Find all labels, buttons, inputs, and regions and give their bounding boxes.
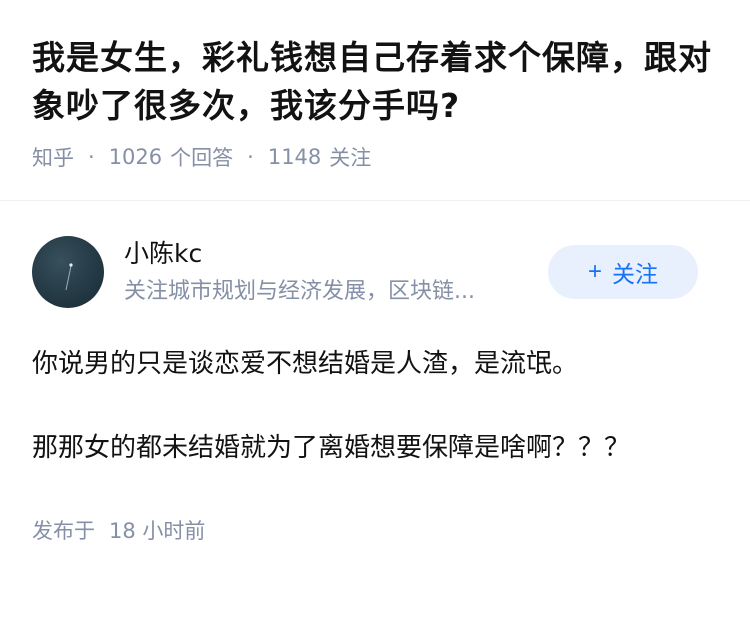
answer-count: 1026 (108, 145, 163, 169)
question-title[interactable]: 我是女生，彩礼钱想自己存着求个保障，跟对象吵了很多次，我该分手吗? (32, 34, 722, 130)
follower-count: 1148 (267, 145, 322, 169)
publish-info: 发布于 18 小时前 (32, 515, 718, 545)
author-row: 小陈kc 关注城市规划与经济发展，区块链... + 关注 (32, 235, 718, 309)
separator-dot: · (247, 145, 254, 169)
follower-count-label: 关注 (329, 146, 372, 170)
publish-label: 发布于 (32, 519, 95, 543)
answer-paragraph: 那那女的都未结婚就为了离婚想要保障是啥啊？？？ (32, 433, 631, 463)
plus-icon: + (587, 258, 602, 285)
answer-card: 小陈kc 关注城市规划与经济发展，区块链... + 关注 你说男的只是谈恋爱不想… (0, 201, 750, 545)
author-bio: 关注城市规划与经济发展，区块链... (124, 279, 475, 304)
answer-paragraph: 你说男的只是谈恋爱不想结婚是人渣，是流氓。 (32, 349, 579, 379)
avatar[interactable] (32, 236, 104, 308)
answer-count-label: 个回答 (170, 146, 234, 170)
separator-dot: · (88, 145, 95, 169)
question-meta: 知乎 · 1026 个回答 · 1148 关注 (32, 142, 718, 172)
avatar-image (65, 263, 73, 291)
publish-time: 18 小时前 (109, 519, 206, 543)
author-info: 小陈kc 关注城市规划与经济发展，区块链... (124, 237, 544, 307)
follow-button[interactable]: + 关注 (548, 245, 698, 299)
source-label[interactable]: 知乎 (32, 142, 74, 172)
answer-content[interactable]: 你说男的只是谈恋爱不想结婚是人渣，是流氓。 那那女的都未结婚就为了离婚想要保障是… (32, 341, 652, 471)
author-name[interactable]: 小陈kc (124, 237, 544, 271)
follow-button-label: 关注 (612, 261, 658, 287)
question-header: 我是女生，彩礼钱想自己存着求个保障，跟对象吵了很多次，我该分手吗? 知乎 · 1… (0, 0, 750, 201)
